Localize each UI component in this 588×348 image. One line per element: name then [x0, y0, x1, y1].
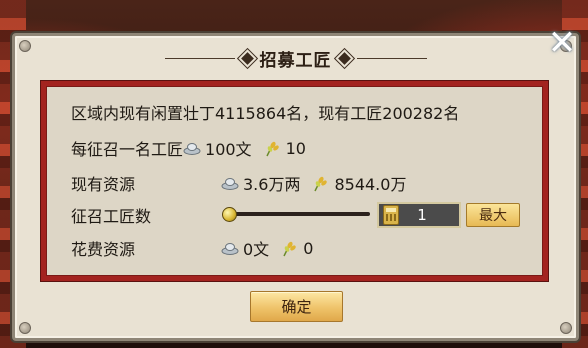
grain-icon	[281, 241, 299, 257]
close-icon: ✕	[547, 23, 577, 63]
population-summary: 区域内现有闲置壮丁4115864名，现有工匠200282名	[71, 100, 459, 124]
dialog-title-bar: 招募工匠	[15, 47, 576, 71]
quantity-slider-track[interactable]	[228, 212, 370, 216]
summary-text: 区域内现有闲置壮丁4115864名，现有工匠200282名	[71, 104, 460, 123]
cost-per-silver: 100文	[205, 140, 252, 159]
resources-silver: 3.6万两	[243, 175, 301, 194]
spend-silver: 0文	[243, 240, 270, 259]
corner-rivet-icon	[560, 322, 572, 334]
calculator-icon[interactable]	[383, 205, 399, 225]
silver-ingot-icon	[183, 141, 201, 155]
spend-resources-row: 花费资源 0文 0	[71, 236, 313, 260]
confirm-button[interactable]: 确定	[250, 291, 343, 322]
cost-per-label: 每征召一名工匠	[71, 140, 184, 159]
title-divider-right	[356, 57, 427, 59]
corner-rivet-icon	[19, 322, 31, 334]
max-button-label: 最大	[479, 208, 507, 224]
silver-ingot-icon	[221, 241, 239, 255]
close-button[interactable]: ✕	[544, 25, 580, 61]
resources-grain: 8544.0万	[334, 175, 407, 194]
spend-label: 花费资源	[71, 240, 136, 259]
silver-ingot-icon	[221, 176, 239, 190]
max-button[interactable]: 最大	[466, 203, 520, 227]
grain-icon	[264, 141, 282, 157]
cost-per-row: 每征召一名工匠 100文 10	[71, 136, 306, 160]
dialog-title: 招募工匠	[259, 50, 332, 71]
quantity-value: 1	[417, 206, 427, 224]
cost-per-grain: 10	[285, 138, 306, 158]
current-resources-row: 现有资源 3.6万两 8544.0万	[71, 171, 406, 195]
diamond-ornament-icon	[240, 51, 254, 65]
diamond-ornament-icon	[337, 51, 351, 65]
recruit-quantity-row: 征召工匠数	[71, 203, 151, 227]
quantity-input[interactable]: 1	[377, 202, 461, 228]
resources-label: 现有资源	[71, 175, 136, 194]
spend-grain: 0	[303, 238, 314, 258]
quantity-slider-handle[interactable]	[222, 207, 237, 222]
confirm-button-label: 确定	[281, 298, 312, 316]
grain-icon	[312, 176, 330, 192]
title-divider-left	[164, 57, 235, 59]
recruit-label: 征召工匠数	[71, 207, 152, 226]
